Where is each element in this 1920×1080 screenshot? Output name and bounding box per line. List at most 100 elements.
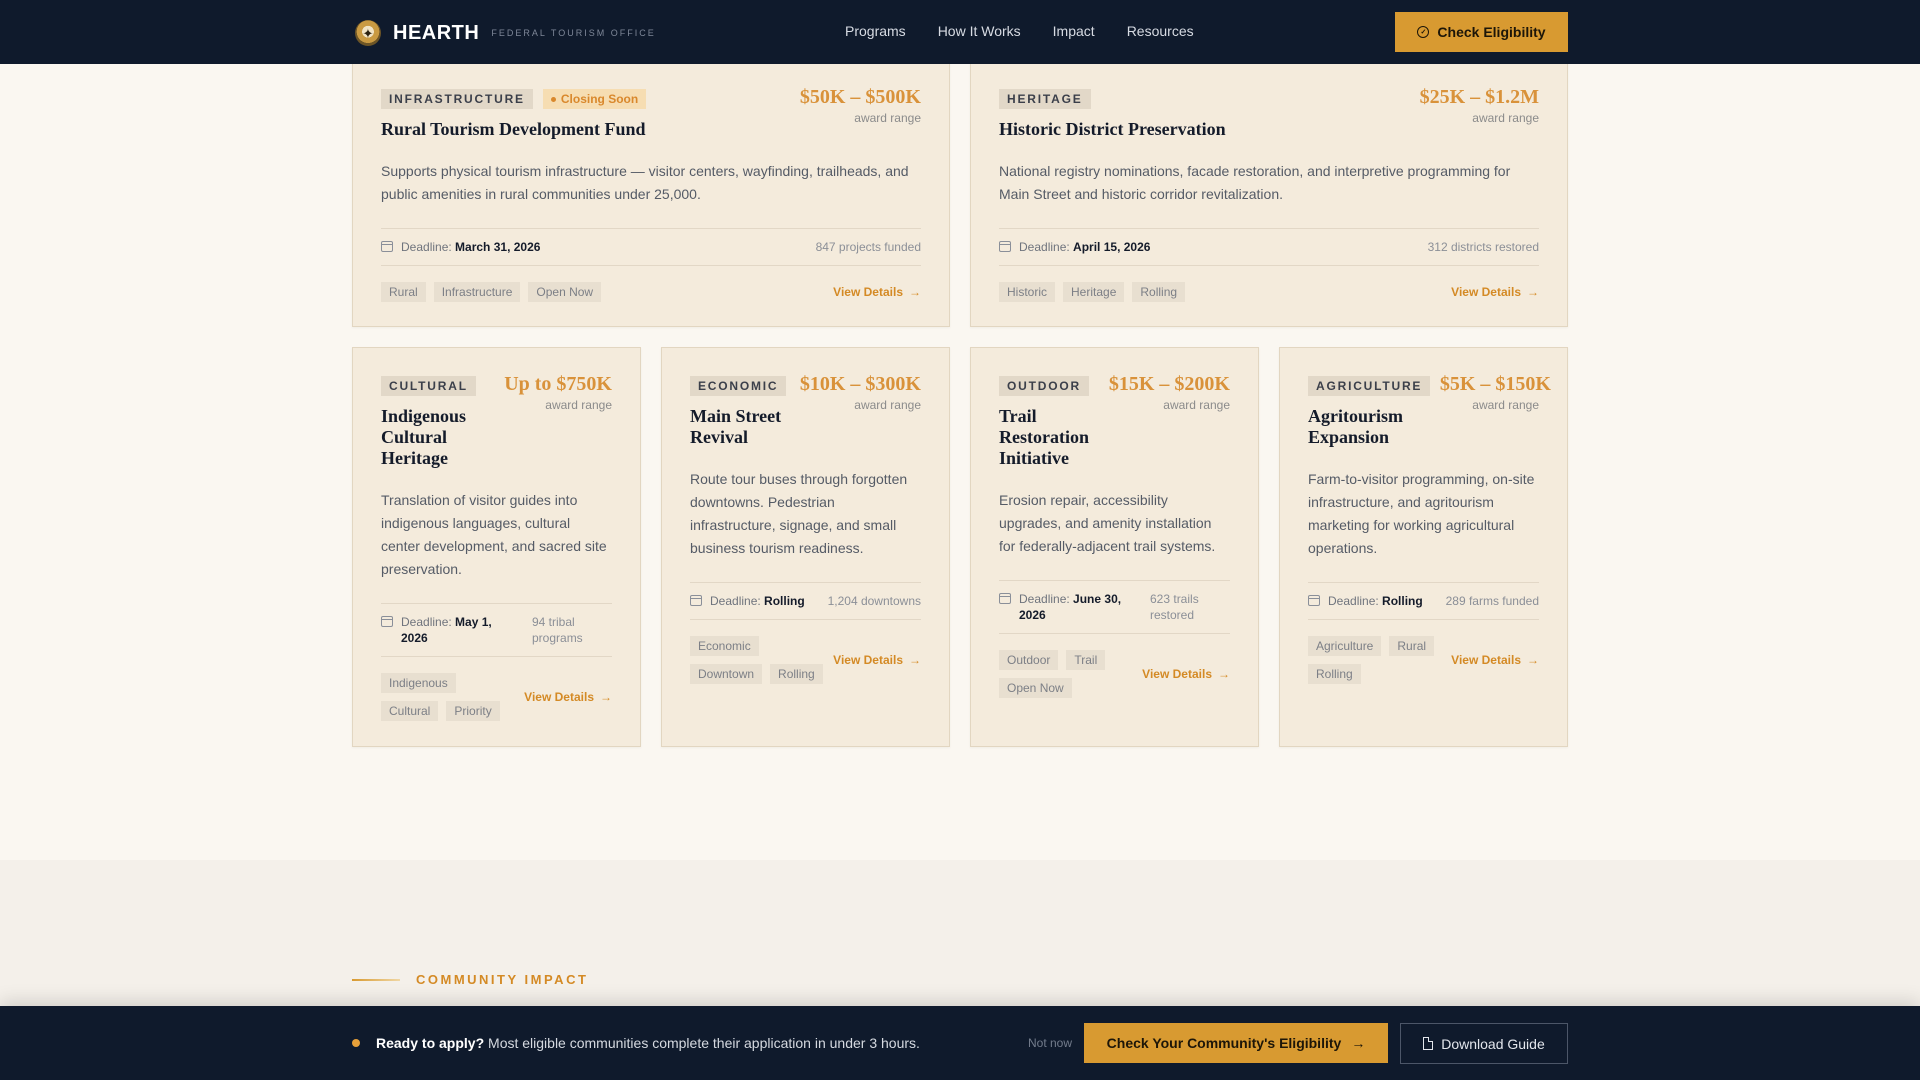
view-details-link[interactable]: View Details →	[1142, 667, 1230, 681]
deadline: Deadline: Rolling	[1308, 593, 1423, 609]
view-details-label: View Details	[833, 285, 903, 299]
card-description: Supports physical tourism infrastructure…	[381, 163, 909, 202]
calendar-icon	[999, 593, 1011, 604]
check-circle-icon: ✓	[1417, 26, 1430, 38]
nav-link-impact[interactable]: Impact	[1053, 23, 1095, 39]
nav-link-programs[interactable]: Programs	[845, 23, 906, 39]
tag[interactable]: Open Now	[999, 678, 1072, 698]
category-badge: INFRASTRUCTURE	[381, 89, 533, 109]
view-details-label: View Details	[1451, 653, 1521, 667]
program-card-historic-district: HERITAGE Historic District Preservation …	[970, 60, 1568, 327]
check-eligibility-button[interactable]: ✓ Check Eligibility	[1395, 12, 1568, 52]
amount-unit: award range	[1163, 398, 1230, 412]
check-community-eligibility-button[interactable]: Check Your Community's Eligibility →	[1084, 1023, 1388, 1063]
card-meta: Deadline: May 1, 2026 94 tribal programs	[381, 603, 612, 657]
eyebrow-line	[352, 978, 400, 981]
tag[interactable]: Rolling	[1308, 664, 1361, 684]
calendar-icon	[690, 595, 702, 606]
arrow-right-icon: →	[909, 285, 921, 299]
card-meta: Deadline: June 30, 2026 623 trails resto…	[999, 580, 1230, 634]
section-eyebrow-label: COMMUNITY IMPACT	[416, 972, 589, 987]
tag[interactable]: Historic	[999, 282, 1056, 302]
deadline: Deadline: March 31, 2026	[381, 239, 540, 255]
award-amount: $50K – $500K award range	[800, 85, 921, 125]
tag[interactable]: Infrastructure	[433, 282, 521, 302]
view-details-link[interactable]: View Details →	[833, 653, 921, 667]
not-now-button[interactable]: Not now	[1028, 1036, 1072, 1050]
tag[interactable]: Rolling	[770, 664, 823, 684]
award-amount: $25K – $1.2M award range	[1420, 85, 1539, 125]
calendar-icon	[381, 241, 393, 252]
tag[interactable]: Agriculture	[1308, 636, 1382, 656]
view-details-link[interactable]: View Details →	[833, 285, 921, 299]
tag[interactable]: Rolling	[1132, 282, 1186, 302]
tag-list: Historic Heritage Rolling	[999, 282, 1186, 302]
card-description: Erosion repair, accessibility upgrades, …	[999, 492, 1216, 554]
apply-prompt-text: Most eligible communities complete their…	[484, 1035, 920, 1051]
tag[interactable]: Outdoor	[999, 650, 1059, 670]
tag[interactable]: Heritage	[1063, 282, 1125, 302]
tag-list: Outdoor Trail Open Now	[999, 650, 1129, 698]
apply-prompt: Ready to apply? Most eligible communitie…	[376, 1035, 920, 1051]
amount-value: $5K – $150K	[1439, 373, 1551, 395]
funded-count: 847 projects funded	[815, 240, 921, 254]
download-guide-button[interactable]: Download Guide	[1400, 1023, 1568, 1064]
program-card-rural-tourism: INFRASTRUCTURE Closing Soon Rural Touris…	[352, 60, 950, 327]
tag[interactable]: Rural	[381, 282, 426, 302]
award-amount: Up to $750K award range	[504, 372, 612, 412]
category-badge: ECONOMIC	[690, 376, 787, 396]
brand-logo[interactable]: ✦ HEARTH FEDERAL TOURISM OFFICE	[355, 20, 656, 46]
tag-list: Rural Infrastructure Open Now	[381, 282, 602, 302]
award-amount: $15K – $200K award range	[1109, 372, 1230, 412]
amount-unit: award range	[854, 111, 921, 125]
brand-subtitle: FEDERAL TOURISM OFFICE	[491, 28, 656, 38]
view-details-link[interactable]: View Details →	[1451, 653, 1539, 667]
deadline-label: Deadline:	[710, 594, 761, 608]
tag[interactable]: Economic	[690, 636, 759, 656]
brand-name: HEARTH	[393, 21, 480, 44]
seal-icon: ✦	[355, 20, 381, 46]
primary-label: Check Your Community's Eligibility	[1106, 1035, 1342, 1051]
community-impact-section	[0, 860, 1920, 1010]
tag[interactable]: Cultural	[381, 701, 439, 721]
view-details-link[interactable]: View Details →	[1451, 285, 1539, 299]
tag-list: Indigenous Cultural Priority	[381, 673, 511, 721]
card-meta: Deadline: March 31, 2026 847 projects fu…	[381, 228, 921, 266]
nav-link-how-it-works[interactable]: How It Works	[938, 23, 1021, 39]
document-icon	[1423, 1037, 1434, 1050]
check-eligibility-label: Check Eligibility	[1437, 24, 1546, 40]
card-description: National registry nominations, facade re…	[999, 163, 1511, 202]
view-details-label: View Details	[524, 690, 594, 704]
award-amount: $5K – $150K award range	[1440, 372, 1551, 412]
tag[interactable]: Trail	[1066, 650, 1106, 670]
tag[interactable]: Downtown	[690, 664, 763, 684]
amount-value: $25K – $1.2M	[1419, 86, 1539, 108]
calendar-icon	[381, 616, 393, 627]
amount-unit: award range	[854, 398, 921, 412]
nav-link-resources[interactable]: Resources	[1127, 23, 1194, 39]
category-badge: CULTURAL	[381, 376, 476, 396]
amount-value: Up to $750K	[504, 373, 612, 395]
tag[interactable]: Priority	[446, 701, 500, 721]
award-amount: $10K – $300K award range	[800, 372, 921, 412]
tag[interactable]: Indigenous	[381, 673, 456, 693]
arrow-right-icon: →	[1527, 653, 1539, 667]
arrow-right-icon: →	[1351, 1035, 1366, 1051]
card-meta: Deadline: Rolling 289 farms funded	[1308, 582, 1539, 620]
calendar-icon	[999, 241, 1011, 252]
tag[interactable]: Rural	[1389, 636, 1435, 656]
view-details-link[interactable]: View Details →	[524, 690, 612, 704]
tag[interactable]: Open Now	[528, 282, 602, 302]
deadline-label: Deadline:	[1019, 592, 1070, 606]
tag-list: Agriculture Rural Rolling	[1308, 636, 1448, 684]
deadline-value: Rolling	[1382, 594, 1423, 608]
card-description: Farm-to-visitor programming, on-site inf…	[1308, 471, 1535, 556]
calendar-icon	[1308, 595, 1320, 606]
amount-value: $15K – $200K	[1108, 373, 1230, 395]
deadline: Deadline: May 1, 2026	[381, 614, 501, 646]
secondary-label: Download Guide	[1441, 1035, 1545, 1052]
card-description: Route tour buses through forgotten downt…	[690, 471, 908, 556]
category-badge: HERITAGE	[999, 89, 1091, 109]
program-card-indigenous-heritage: CULTURAL Indigenous Cultural Heritage Up…	[352, 347, 641, 747]
card-meta: Deadline: April 15, 2026 312 districts r…	[999, 228, 1539, 266]
